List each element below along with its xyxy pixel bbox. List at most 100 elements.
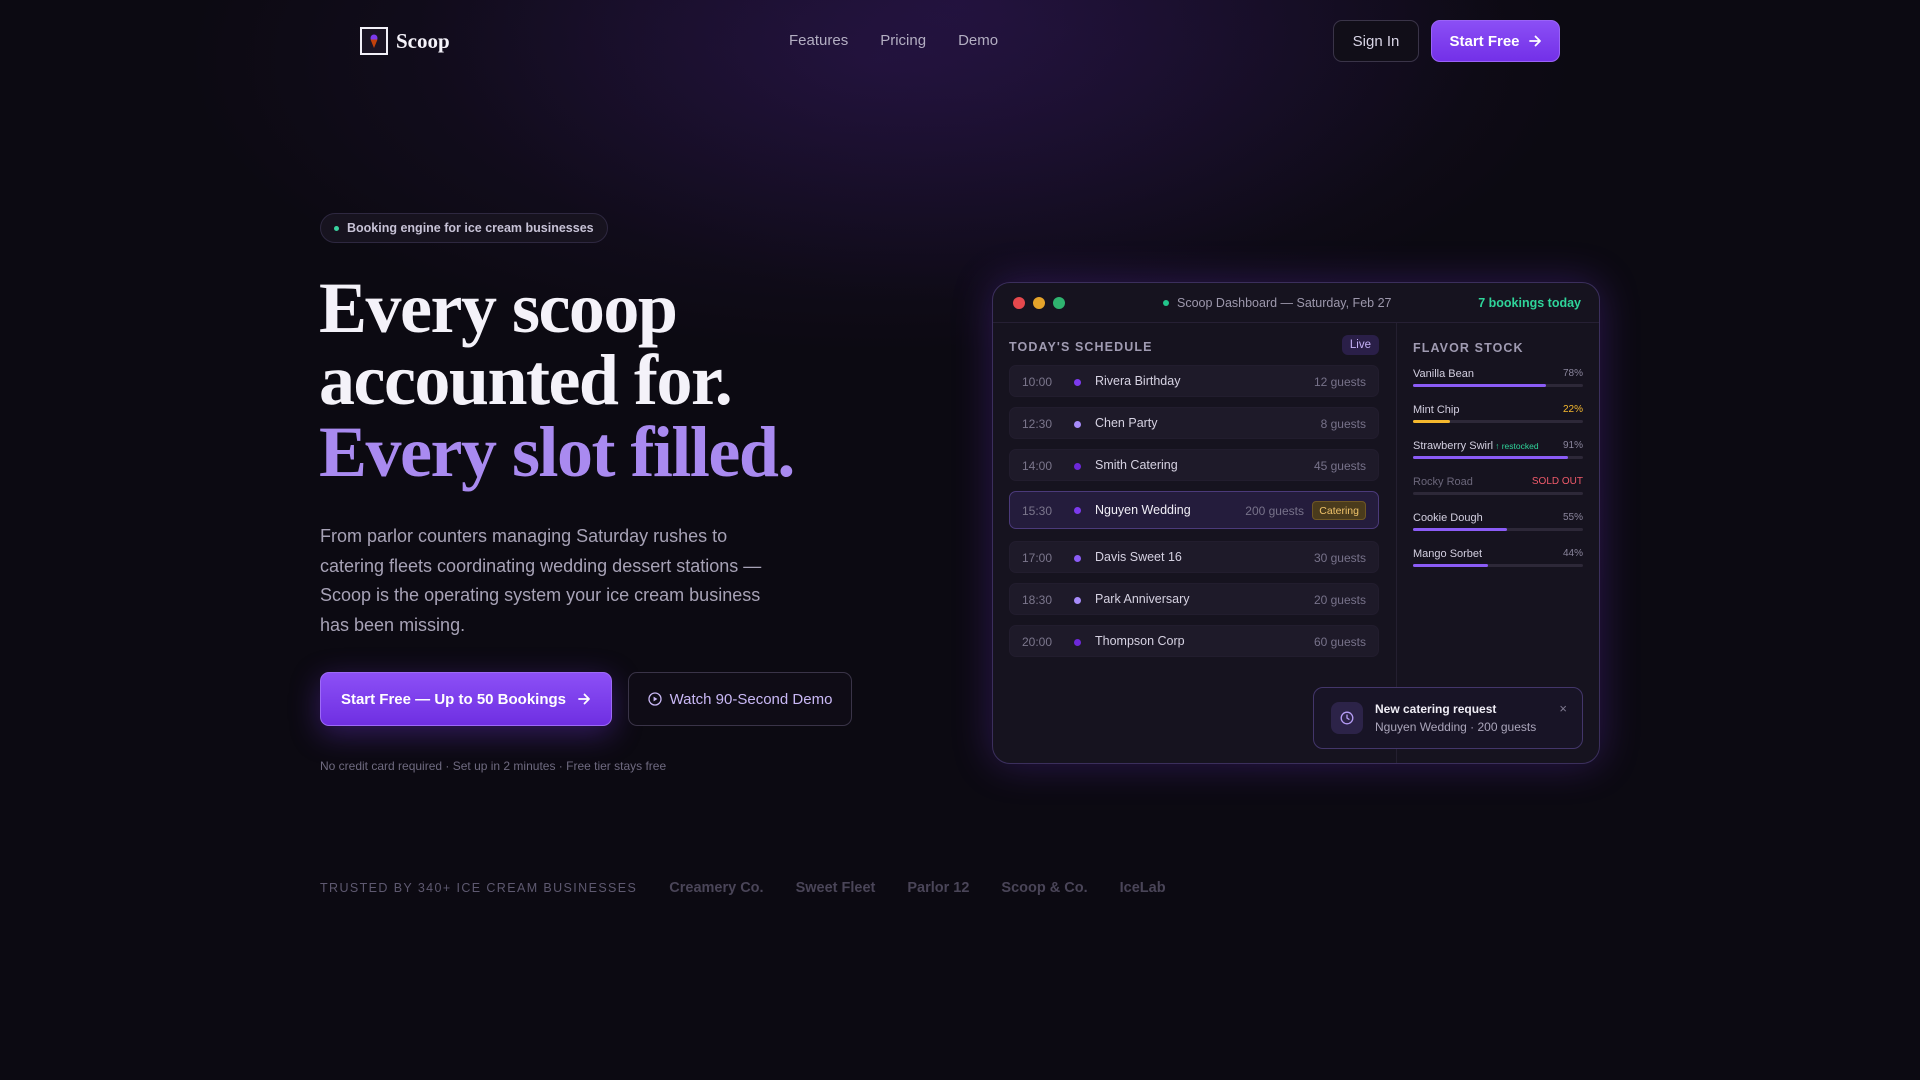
customer-logo: Creamery Co. xyxy=(669,880,764,896)
booking-guests: 45 guests xyxy=(1313,459,1366,473)
booking-name: Chen Party xyxy=(1095,416,1158,430)
booking-time: 17:00 xyxy=(1022,551,1053,565)
booking-time: 12:30 xyxy=(1022,417,1053,431)
flavor-stock-item: Strawberry Swirl ↑ restocked 91% xyxy=(1413,440,1583,476)
cta-primary-label: Start Free — Up to 50 Bookings xyxy=(340,690,567,708)
booking-name: Rivera Birthday xyxy=(1095,374,1181,388)
stock-level-bar xyxy=(1413,420,1583,423)
trusted-by-row: TRUSTED BY 340+ ICE CREAM BUSINESSES Cre… xyxy=(320,880,1166,896)
arrow-right-icon xyxy=(1528,35,1541,47)
stock-level-fill xyxy=(1413,564,1488,567)
flavor-name-text: Mango Sorbet xyxy=(1413,548,1483,560)
close-dot-icon xyxy=(1013,297,1025,309)
status-dot-icon xyxy=(334,225,339,231)
flavor-stock-item: Cookie Dough 55% xyxy=(1413,512,1583,548)
headline-line-2: accounted for. xyxy=(319,340,733,420)
headline-line-1: Every scoop xyxy=(319,268,678,348)
stock-level-fill xyxy=(1413,456,1568,459)
booking-row[interactable]: 20:00 Thompson Corp 60 guests xyxy=(1009,625,1379,657)
headline-line-3: Every slot filled. xyxy=(319,412,795,492)
nav-link-features[interactable]: Features xyxy=(789,32,848,49)
booking-row[interactable]: 14:00 Smith Catering 45 guests xyxy=(1009,449,1379,481)
flavor-percent: 91% xyxy=(1562,440,1583,451)
booking-name: Park Anniversary xyxy=(1095,592,1190,606)
stock-level-fill xyxy=(1413,384,1546,387)
flavor-name-text: Cookie Dough xyxy=(1413,512,1483,524)
flavor-name: Mango Sorbet xyxy=(1413,548,1482,560)
stock-level-bar xyxy=(1413,384,1583,387)
booking-name: Nguyen Wedding xyxy=(1095,503,1191,517)
logo-icon xyxy=(360,27,388,55)
dashboard-title-text: Scoop Dashboard — Saturday, Feb 27 xyxy=(1177,296,1392,310)
booking-time: 14:00 xyxy=(1022,459,1053,473)
minimize-dot-icon xyxy=(1033,297,1045,309)
booking-dot-icon xyxy=(1074,421,1081,428)
booking-name: Smith Catering xyxy=(1095,458,1178,472)
sign-in-button[interactable]: Sign In xyxy=(1333,20,1419,62)
flavor-list: Vanilla Bean 78% Mint Chip 22% Strawberry Sw… xyxy=(1413,368,1583,584)
start-free-nav-button[interactable]: Start Free xyxy=(1431,20,1560,62)
cta-secondary-label: Watch 90-Second Demo xyxy=(669,690,833,708)
start-free-cta-button[interactable]: Start Free — Up to 50 Bookings xyxy=(320,672,612,726)
flavor-stock-panel: FLAVOR STOCK Vanilla Bean 78% Mint Chip 22%… xyxy=(1413,341,1583,584)
flavor-stock-item: Mint Chip 22% xyxy=(1413,404,1583,440)
customer-logo: Sweet Fleet xyxy=(795,880,876,896)
stock-level-bar xyxy=(1413,564,1583,567)
booking-guests: 30 guests xyxy=(1313,551,1366,565)
booking-dot-icon xyxy=(1074,597,1081,604)
bookings-today-count: 7 bookings today xyxy=(1478,296,1581,310)
stock-level-fill xyxy=(1413,528,1507,531)
booking-guests: 20 guests xyxy=(1313,593,1366,607)
booking-dot-icon xyxy=(1074,555,1081,562)
booking-row[interactable]: 17:00 Davis Sweet 16 30 guests xyxy=(1009,541,1379,573)
booking-name: Thompson Corp xyxy=(1095,634,1185,648)
booking-row[interactable]: 15:30 Nguyen Wedding 200 guests Catering xyxy=(1009,491,1379,529)
hero-headline: Every scoop accounted for. Every slot fi… xyxy=(319,268,795,492)
flavor-stock-item: Mango Sorbet 44% xyxy=(1413,548,1583,584)
maximize-dot-icon xyxy=(1053,297,1065,309)
online-dot-icon xyxy=(1163,300,1169,306)
booking-row[interactable]: 12:30 Chen Party 8 guests xyxy=(1009,407,1379,439)
flavor-name-text: Rocky Road xyxy=(1413,476,1473,488)
flavor-name-text: Mint Chip xyxy=(1413,404,1460,416)
flavor-name: Strawberry Swirl ↑ restocked xyxy=(1413,440,1539,452)
flavor-name: Mint Chip xyxy=(1413,404,1459,416)
catering-badge: Catering xyxy=(1312,501,1366,520)
booking-dot-icon xyxy=(1074,639,1081,646)
booking-dot-icon xyxy=(1074,379,1081,386)
nav-link-demo[interactable]: Demo xyxy=(958,32,998,49)
catering-request-toast[interactable]: New catering request Nguyen Wedding · 20… xyxy=(1313,687,1583,749)
flavor-name: Cookie Dough xyxy=(1413,512,1483,524)
flavor-name-text: Vanilla Bean xyxy=(1413,368,1474,380)
booking-row[interactable]: 18:30 Park Anniversary 20 guests xyxy=(1009,583,1379,615)
customer-logo: Scoop & Co. xyxy=(1001,880,1088,896)
brand-name: Scoop xyxy=(396,28,450,53)
booking-dot-icon xyxy=(1074,507,1081,514)
brand-logo[interactable]: Scoop xyxy=(360,27,450,55)
clock-icon xyxy=(1331,702,1363,734)
play-circle-icon xyxy=(647,692,662,706)
flavor-percent: SOLD OUT xyxy=(1531,476,1583,487)
schedule-title: TODAY'S SCHEDULE xyxy=(1009,340,1153,354)
hero-fineprint: No credit card required · Set up in 2 mi… xyxy=(320,759,667,773)
hero-subtext: From parlor counters managing Saturday r… xyxy=(320,526,762,635)
booking-time: 18:30 xyxy=(1022,593,1053,607)
flavor-stock-item: Vanilla Bean 78% xyxy=(1413,368,1583,404)
flavor-name: Vanilla Bean xyxy=(1413,368,1474,380)
watch-demo-button[interactable]: Watch 90-Second Demo xyxy=(628,672,852,726)
booking-row[interactable]: 10:00 Rivera Birthday 12 guests xyxy=(1009,365,1379,397)
booking-guests: 12 guests xyxy=(1313,375,1366,389)
booking-time: 10:00 xyxy=(1022,375,1053,389)
nav-link-pricing[interactable]: Pricing xyxy=(880,32,926,49)
dashboard-title: Scoop Dashboard — Saturday, Feb 27 xyxy=(1163,296,1391,310)
live-badge: Live xyxy=(1341,335,1379,355)
stock-level-bar xyxy=(1413,492,1583,495)
flavor-name-text: Strawberry Swirl xyxy=(1413,440,1494,452)
flavor-name: Rocky Road xyxy=(1413,476,1473,488)
flavor-percent: 55% xyxy=(1562,512,1583,523)
schedule-panel: TODAY'S SCHEDULE Live 10:00 Rivera Birthd… xyxy=(1009,333,1379,667)
booking-guests: 60 guests xyxy=(1313,635,1366,649)
close-icon[interactable]: × xyxy=(1559,701,1567,716)
booking-time: 20:00 xyxy=(1022,635,1053,649)
top-nav: Scoop Features Pricing Demo Sign In Star… xyxy=(0,0,1920,82)
